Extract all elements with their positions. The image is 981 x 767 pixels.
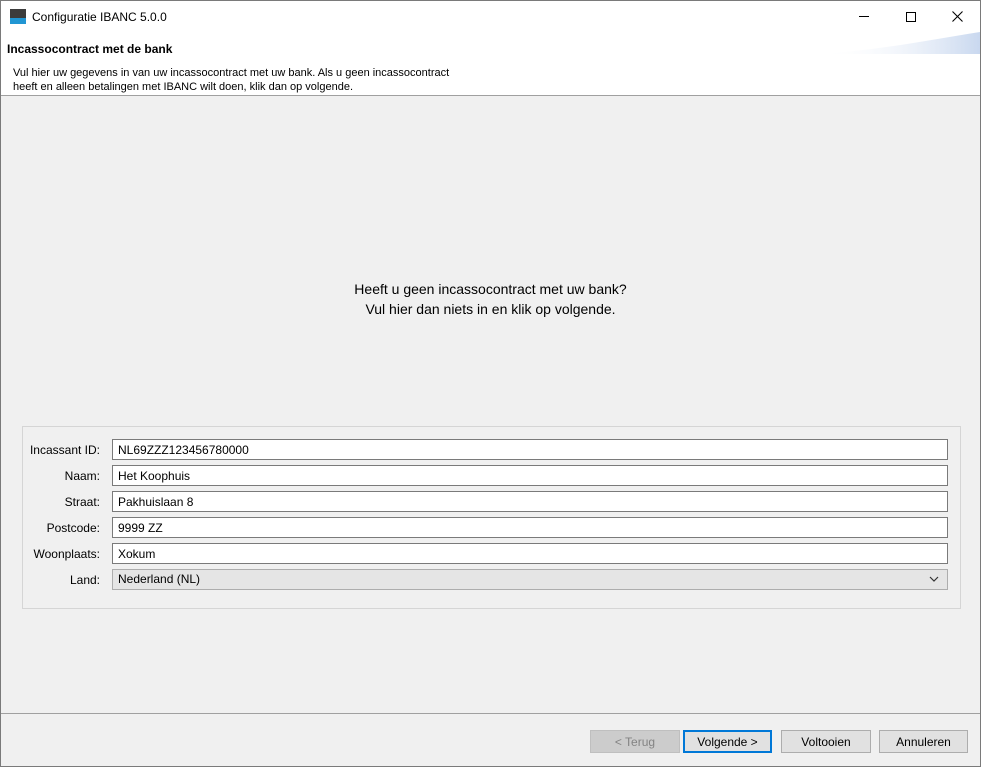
wizard-footer: < Terug Volgende > Voltooien Annuleren: [1, 713, 980, 766]
maximize-icon: [906, 11, 916, 22]
page-title: Incassocontract met de bank: [7, 42, 173, 56]
wizard-header: Incassocontract met de bank Vul hier uw …: [1, 32, 980, 96]
city-input[interactable]: [112, 543, 948, 564]
form-row-postcode: Postcode:: [23, 517, 960, 539]
description-line: Vul hier uw gegevens in van uw incassoco…: [13, 67, 450, 79]
info-message-line: Vul hier dan niets in en klik op volgend…: [365, 301, 616, 317]
dialog-window: Configuratie IBANC 5.0.0 Incassocontract…: [0, 0, 981, 767]
header-decoration: [820, 32, 980, 54]
maximize-button[interactable]: [888, 1, 934, 32]
form-row-creditor-id: Incassant ID:: [23, 439, 960, 461]
creditor-id-input[interactable]: [112, 439, 948, 460]
next-button[interactable]: Volgende >: [683, 730, 772, 753]
street-label: Straat:: [64, 495, 100, 509]
form-row-name: Naam:: [23, 465, 960, 487]
form-row-city: Woonplaats:: [23, 543, 960, 565]
city-label: Woonplaats:: [33, 547, 101, 561]
name-input[interactable]: [112, 465, 948, 486]
minimize-icon: [859, 16, 869, 17]
close-icon: [951, 11, 963, 22]
form-row-street: Straat:: [23, 491, 960, 513]
chevron-down-icon: [929, 576, 939, 582]
back-button[interactable]: < Terug: [590, 730, 680, 753]
finish-button[interactable]: Voltooien: [781, 730, 871, 753]
form-row-country: Land: Nederland (NL): [23, 569, 960, 591]
page-description: Vul hier uw gegevens in van uw incassoco…: [13, 66, 533, 94]
postcode-label: Postcode:: [46, 521, 100, 535]
info-message: Heeft u geen incassocontract met uw bank…: [1, 279, 980, 319]
cancel-button[interactable]: Annuleren: [879, 730, 968, 753]
country-label: Land:: [69, 573, 100, 587]
postcode-input[interactable]: [112, 517, 948, 538]
close-button[interactable]: [934, 1, 980, 32]
info-message-line: Heeft u geen incassocontract met uw bank…: [354, 281, 627, 297]
contract-form: Incassant ID: Naam: Straat: Postcode: Wo…: [22, 426, 961, 609]
minimize-button[interactable]: [841, 1, 887, 32]
title-bar[interactable]: Configuratie IBANC 5.0.0: [1, 1, 980, 32]
country-select-value: Nederland (NL): [118, 572, 201, 586]
app-icon: [10, 9, 26, 24]
description-line: heeft en alleen betalingen met IBANC wil…: [13, 81, 353, 93]
window-title: Configuratie IBANC 5.0.0: [32, 10, 167, 24]
name-label: Naam:: [64, 469, 100, 483]
creditor-id-label: Incassant ID:: [29, 443, 100, 457]
street-input[interactable]: [112, 491, 948, 512]
country-select[interactable]: Nederland (NL): [112, 569, 948, 590]
